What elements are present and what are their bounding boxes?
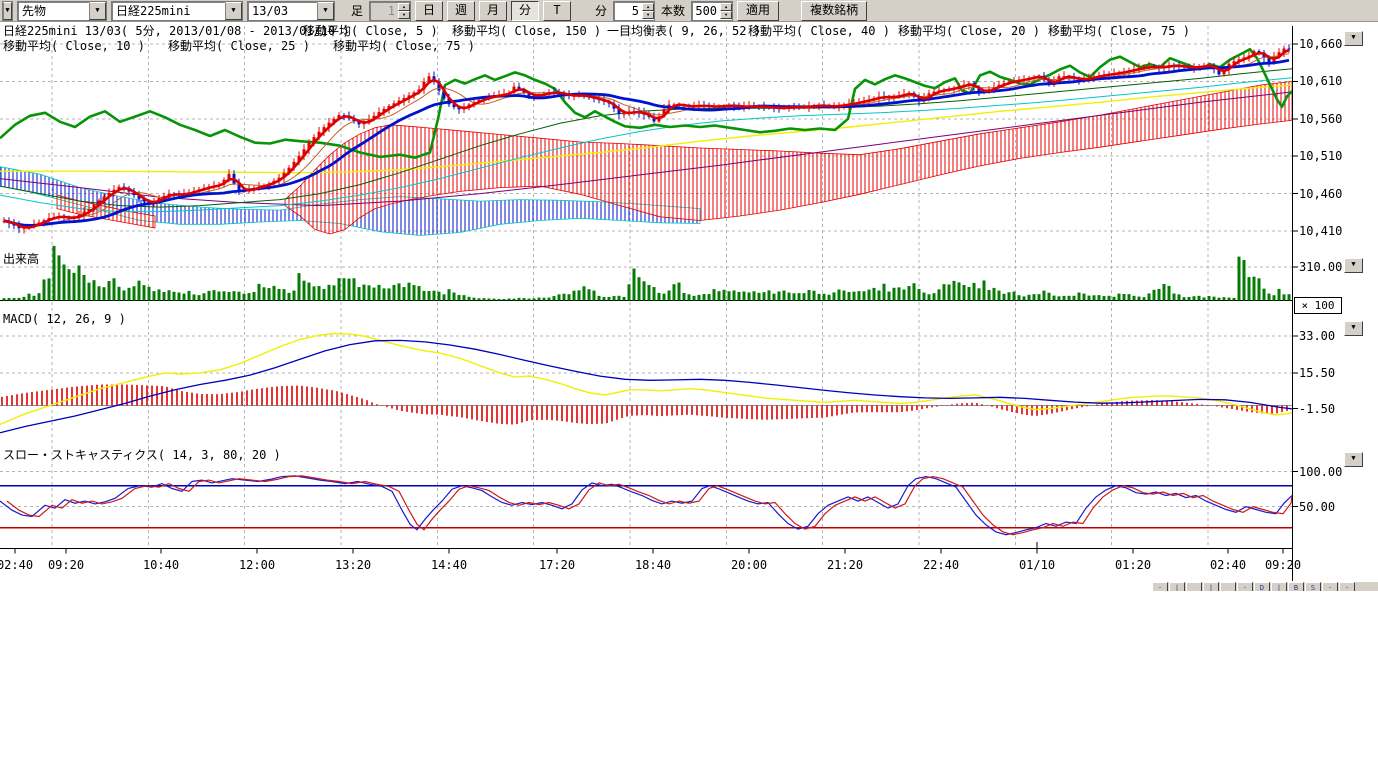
stochastics-pane-menu-button[interactable]: ▼ [1344,452,1363,467]
interval-spinner-value: 1 [370,4,398,18]
bottom-mini-toolbar: ·||·D|BS·· [1152,581,1378,591]
spin-up-icon[interactable]: ▲ [398,3,410,11]
period-daily-button[interactable]: 日 [415,1,443,21]
time-axis-label: 14:40 [431,558,467,572]
mini-toolbar-button[interactable]: · [1152,582,1168,591]
bar-type-label: 足 [349,2,365,19]
contract-month-combo-value: 13/03 [248,4,312,18]
price-pane-menu-button[interactable]: ▼ [1344,31,1363,46]
spin-down-icon[interactable]: ▼ [398,11,410,19]
mini-toolbar-button[interactable]: · [1322,582,1338,591]
price-chart-canvas[interactable] [0,0,1378,768]
dropdown-arrow-icon[interactable]: ▼ [3,2,12,20]
price-axis-label: 10,610 [1299,74,1342,88]
mini-toolbar-button[interactable] [1186,582,1202,591]
time-axis-label: 21:20 [827,558,863,572]
macd-pane-menu-button[interactable]: ▼ [1344,321,1363,336]
spin-up-icon[interactable]: ▲ [720,3,732,11]
symbol-combo[interactable]: 日経225mini ▼ [111,1,243,21]
mini-toolbar-button[interactable]: · [1339,582,1355,591]
time-axis-label: 12:00 [239,558,275,572]
time-axis-label: 13:20 [335,558,371,572]
bar-count-spinner[interactable]: 500▲▼ [691,1,733,21]
spin-down-icon[interactable]: ▼ [642,11,654,19]
time-axis-label: 01:20 [1115,558,1151,572]
time-axis-label: 01/10 [1019,558,1055,572]
price-axis-label: 10,460 [1299,187,1342,201]
time-axis-label: 09:20 [48,558,84,572]
market-combo[interactable]: 先物 ▼ [17,1,107,21]
time-axis-label: 10:40 [143,558,179,572]
volume-pane-title: 出来高 [3,253,39,266]
stoch-axis-label: 50.00 [1299,500,1335,514]
dropdown-arrow-icon[interactable]: ▼ [89,2,106,20]
period-tick-button[interactable]: T [543,1,571,21]
price-axis-label: 10,510 [1299,149,1342,163]
mini-toolbar-button[interactable]: B [1288,582,1304,591]
minute-spinner-value: 5 [614,4,642,18]
legend-item: 一目均衡表( 9, 26, 52 ) [607,25,761,38]
period-minute-button[interactable]: 分 [511,1,539,21]
spin-down-icon[interactable]: ▼ [720,11,732,19]
apply-button[interactable]: 適用 [737,1,779,21]
spin-up-icon[interactable]: ▲ [642,3,654,11]
multi-symbol-button[interactable]: 複数銘柄 [801,1,867,21]
dropdown-arrow-icon[interactable]: ▼ [225,2,242,20]
time-axis-label: 22:40 [923,558,959,572]
time-axis-label: 02:40 [1210,558,1246,572]
price-axis-label: 10,560 [1299,112,1342,126]
dropdown-arrow-icon[interactable]: ▼ [317,2,334,20]
time-axis-label: 09:20 [1265,558,1301,572]
legend-item: 移動平均( Close, 5 ) [303,25,438,38]
market-combo-value: 先物 [18,2,82,19]
interval-spinner[interactable]: 1▲▼ [369,1,411,21]
volume-pane-menu-button[interactable]: ▼ [1344,258,1363,273]
bar-count-spinner-value: 500 [692,4,720,18]
volume-multiplier-badge: × 100 [1294,297,1342,314]
symbol-combo-value: 日経225mini [112,2,195,19]
contract-month-combo[interactable]: 13/03 ▼ [247,1,335,21]
time-axis-label: 17:20 [539,558,575,572]
mini-toolbar-button[interactable] [1220,582,1236,591]
legend-item: 移動平均( Close, 40 ) [748,25,890,38]
mini-toolbar-button[interactable]: · [1237,582,1253,591]
macd-pane-title: MACD( 12, 26, 9 ) [3,313,126,326]
legend-item: 移動平均( Close, 20 ) [898,25,1040,38]
bar-count-label: 本数 [659,2,687,19]
period-monthly-button[interactable]: 月 [479,1,507,21]
minute-spinner[interactable]: 5▲▼ [613,1,655,21]
time-axis-label: 02:40 [0,558,33,572]
price-axis-label: 10,410 [1299,224,1342,238]
mini-toolbar-button[interactable]: D [1254,582,1270,591]
combo-partial[interactable]: ▼ [2,1,13,21]
stochastics-pane-title: スロー・ストキャスティクス( 14, 3, 80, 20 ) [3,449,281,462]
macd-axis-label: -1.50 [1299,402,1335,416]
minute-label: 分 [593,2,609,19]
chart-application-window: ▼ 先物▼ 日経225mini▼ 13/03▼ 足 1▲▼ 日 週 月 分 T … [0,0,1378,768]
macd-axis-label: 15.50 [1299,366,1335,380]
legend-item: 移動平均( Close, 25 ) [168,40,310,53]
mini-toolbar-button[interactable]: | [1271,582,1287,591]
volume-axis-label: 310.00 [1299,260,1342,274]
legend-item: 移動平均( Close, 75 ) [333,40,475,53]
macd-axis-label: 33.00 [1299,329,1335,343]
main-toolbar: ▼ 先物▼ 日経225mini▼ 13/03▼ 足 1▲▼ 日 週 月 分 T … [0,0,1378,22]
mini-toolbar-button[interactable]: S [1305,582,1321,591]
stoch-axis-label: 100.00 [1299,465,1342,479]
mini-toolbar-button[interactable]: | [1169,582,1185,591]
period-weekly-button[interactable]: 週 [447,1,475,21]
time-axis-label: 20:00 [731,558,767,572]
legend-item: 移動平均( Close, 10 ) [3,40,145,53]
legend-item: 日経225mini 13/03( 5分, 2013/01/08 - 2013/0… [3,25,350,38]
mini-toolbar-button[interactable]: | [1203,582,1219,591]
price-axis-label: 10,660 [1299,37,1342,51]
legend-item: 移動平均( Close, 75 ) [1048,25,1190,38]
time-axis-label: 18:40 [635,558,671,572]
legend-item: 移動平均( Close, 150 ) [452,25,601,38]
